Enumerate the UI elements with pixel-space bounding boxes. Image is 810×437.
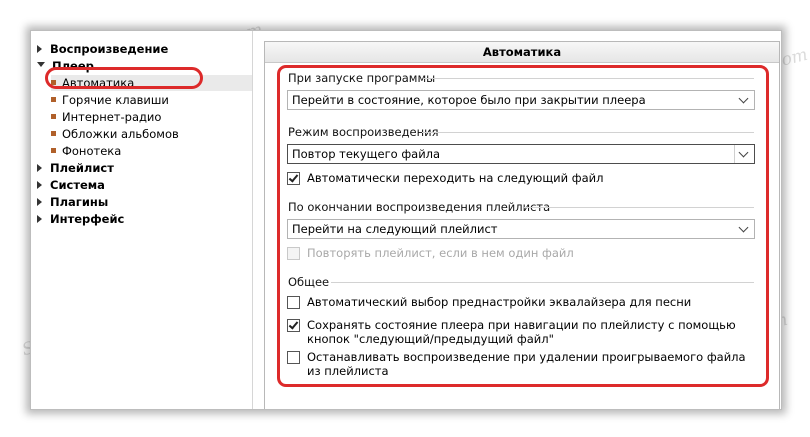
tree-item-playback[interactable]: Воспроизведение xyxy=(37,41,168,57)
tree-item-library[interactable]: Фонотека xyxy=(51,143,121,159)
collapse-arrow-icon[interactable] xyxy=(37,62,45,67)
tree-item-interface[interactable]: Интерфейс xyxy=(37,211,124,227)
tree-item-album-covers[interactable]: Обложки альбомов xyxy=(51,126,179,142)
bullet-icon xyxy=(51,148,56,153)
bullet-icon xyxy=(51,131,56,136)
options-highlight-frame xyxy=(277,65,769,387)
bullet-icon xyxy=(51,114,56,119)
pane-divider xyxy=(252,31,253,409)
selection-highlight-oval xyxy=(45,67,203,89)
tree-item-plugins[interactable]: Плагины xyxy=(37,194,108,210)
settings-window: Воспроизведение Плеер Автоматика Горячие… xyxy=(30,30,782,410)
expand-arrow-icon[interactable] xyxy=(37,180,42,189)
panel-title: Автоматика xyxy=(265,42,779,63)
expand-arrow-icon[interactable] xyxy=(37,163,42,172)
tree-item-system[interactable]: Система xyxy=(37,177,105,193)
expand-arrow-icon[interactable] xyxy=(37,197,42,206)
expand-arrow-icon[interactable] xyxy=(37,214,42,223)
tree-item-playlist[interactable]: Плейлист xyxy=(37,160,114,176)
tree-item-internet-radio[interactable]: Интернет-радио xyxy=(51,109,161,125)
bullet-icon xyxy=(51,97,56,102)
expand-arrow-icon[interactable] xyxy=(37,44,42,53)
tree-item-hotkeys[interactable]: Горячие клавиши xyxy=(51,92,169,108)
